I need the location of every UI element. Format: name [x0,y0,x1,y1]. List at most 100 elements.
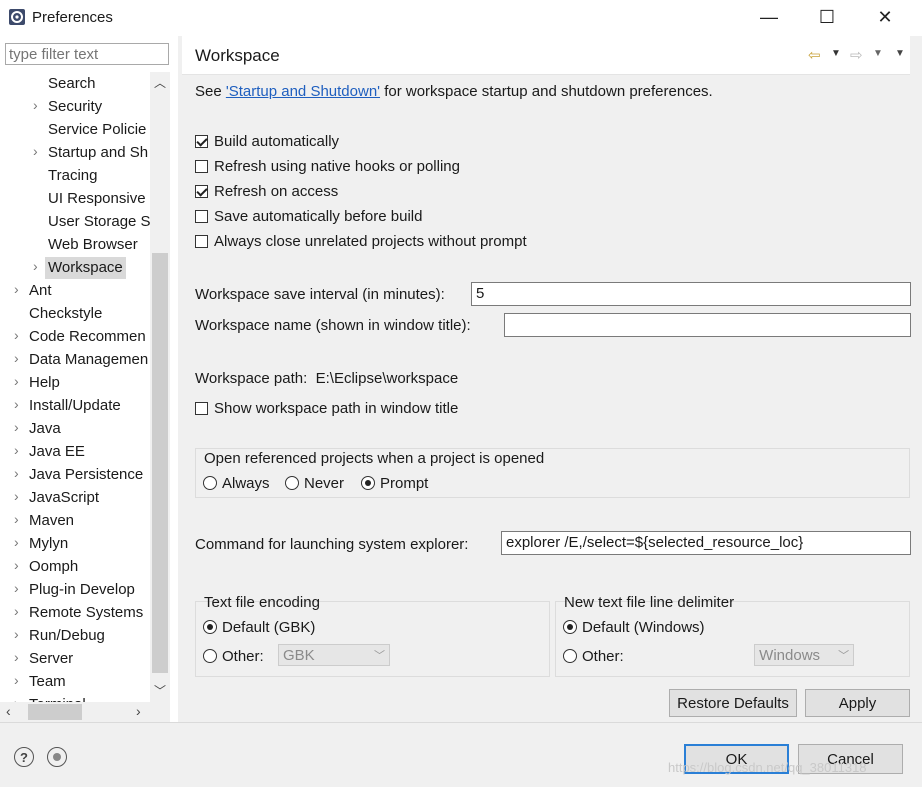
expand-arrow-icon[interactable]: › [14,350,19,366]
startup-shutdown-link[interactable]: 'Startup and Shutdown' [226,83,380,100]
expand-arrow-icon[interactable]: › [14,695,19,702]
scroll-right-icon[interactable]: › [136,703,141,719]
forward-arrow-icon[interactable]: ⇨ [850,46,863,64]
expand-arrow-icon[interactable]: › [14,626,19,642]
tree-item[interactable]: Code Recommen [29,326,146,348]
tree-scroll-thumb[interactable] [152,253,168,673]
tree-item[interactable]: Java EE [29,441,85,463]
encoding-default-radio[interactable] [203,620,217,634]
radio-prompt[interactable]: Prompt [361,475,428,492]
expand-arrow-icon[interactable]: › [33,97,38,113]
tree-item[interactable]: Security [48,96,102,118]
show-path-checkbox[interactable] [195,402,208,415]
build-automatically-checkbox[interactable] [195,135,208,148]
maximize-button[interactable]: ☐ [804,0,850,34]
expand-arrow-icon[interactable]: › [14,511,19,527]
tree-item[interactable]: Maven [29,510,74,532]
back-dropdown-icon[interactable]: ▼ [831,48,841,59]
encoding-other-radio[interactable] [203,649,217,663]
tree-item[interactable]: Web Browser [48,234,138,256]
expand-arrow-icon[interactable]: › [14,672,19,688]
tree-item[interactable]: Plug-in Develop [29,579,135,601]
filter-input[interactable] [5,43,169,65]
help-icon[interactable]: ? [14,747,34,767]
delimiter-default-radio[interactable] [563,620,577,634]
tree-item[interactable]: Workspace [45,257,126,279]
radio-never[interactable]: Never [285,475,344,492]
refresh-on-access-option[interactable]: Refresh on access [195,183,338,200]
tree-item[interactable]: Mylyn [29,533,68,555]
minimize-button[interactable]: — [746,0,792,34]
expand-arrow-icon[interactable]: › [14,649,19,665]
tree-item[interactable]: Tracing [48,165,97,187]
refresh-native-hooks-option[interactable]: Refresh using native hooks or polling [195,158,460,175]
tree-item[interactable]: Team [29,671,66,693]
expand-arrow-icon[interactable]: › [14,488,19,504]
encoding-default-option[interactable]: Default (GBK) [203,619,315,636]
expand-arrow-icon[interactable]: › [14,603,19,619]
delimiter-other-radio[interactable] [563,649,577,663]
record-icon[interactable] [47,747,67,767]
tree-item[interactable]: Startup and Sh [48,142,148,164]
expand-arrow-icon[interactable]: › [14,534,19,550]
delimiter-other-option[interactable]: Other: [563,648,624,665]
tree-hscroll-thumb[interactable] [28,704,82,720]
forward-dropdown-icon[interactable]: ▼ [873,48,883,59]
expand-arrow-icon[interactable]: › [14,580,19,596]
expand-arrow-icon[interactable]: › [14,373,19,389]
tree-item[interactable]: Server [29,648,73,670]
expand-arrow-icon[interactable]: › [33,258,38,274]
tree-item[interactable]: Search [48,73,96,95]
refresh-on-access-checkbox[interactable] [195,185,208,198]
expand-arrow-icon[interactable]: › [14,281,19,297]
tree-item[interactable]: Terminal [29,694,86,702]
radio-prompt-button[interactable] [361,476,375,490]
expand-arrow-icon[interactable]: › [14,419,19,435]
scroll-down-icon[interactable]: ﹀ [154,682,166,699]
tree-item[interactable]: Install/Update [29,395,121,417]
radio-never-button[interactable] [285,476,299,490]
tree-horizontal-scrollbar[interactable] [0,702,170,722]
encoding-combo[interactable]: GBK ﹀ [278,644,390,666]
tree-item[interactable]: Data Managemen [29,349,148,371]
tree-item[interactable]: Checkstyle [29,303,102,325]
radio-always-button[interactable] [203,476,217,490]
refresh-native-hooks-checkbox[interactable] [195,160,208,173]
view-menu-icon[interactable]: ▼ [895,48,905,59]
close-unrelated-checkbox[interactable] [195,235,208,248]
radio-always[interactable]: Always [203,475,270,492]
tree-item[interactable]: Run/Debug [29,625,105,647]
tree-item[interactable]: Remote Systems [29,602,143,624]
save-interval-input[interactable]: 5 [471,282,911,306]
workspace-name-input[interactable] [504,313,911,337]
restore-defaults-button[interactable]: Restore Defaults [669,689,797,717]
apply-button[interactable]: Apply [805,689,910,717]
expand-arrow-icon[interactable]: › [14,465,19,481]
tree-item[interactable]: UI Responsive [48,188,146,210]
close-unrelated-option[interactable]: Always close unrelated projects without … [195,233,527,250]
save-before-build-option[interactable]: Save automatically before build [195,208,422,225]
show-path-option[interactable]: Show workspace path in window title [195,400,458,417]
tree-item[interactable]: Java [29,418,61,440]
expand-arrow-icon[interactable]: › [14,442,19,458]
expand-arrow-icon[interactable]: › [14,557,19,573]
expand-arrow-icon[interactable]: › [14,327,19,343]
tree-item[interactable]: Ant [29,280,52,302]
build-automatically-option[interactable]: Build automatically [195,133,339,150]
tree-item[interactable]: Help [29,372,60,394]
close-button[interactable]: ✕ [862,0,908,34]
save-before-build-checkbox[interactable] [195,210,208,223]
tree-item[interactable]: JavaScript [29,487,99,509]
explorer-command-input[interactable]: explorer /E,/select=${selected_resource_… [501,531,911,555]
back-arrow-icon[interactable]: ⇦ [808,46,821,64]
expand-arrow-icon[interactable]: › [14,396,19,412]
encoding-other-option[interactable]: Other: [203,648,264,665]
expand-arrow-icon[interactable]: › [33,143,38,159]
tree-item[interactable]: Java Persistence [29,464,143,486]
tree-item[interactable]: Service Policie [48,119,146,141]
delimiter-default-option[interactable]: Default (Windows) [563,619,705,636]
tree-item[interactable]: User Storage S [48,211,150,233]
delimiter-combo[interactable]: Windows ﹀ [754,644,855,666]
scroll-up-icon[interactable]: ︿ [154,74,166,91]
scroll-left-icon[interactable]: ‹ [6,703,11,719]
